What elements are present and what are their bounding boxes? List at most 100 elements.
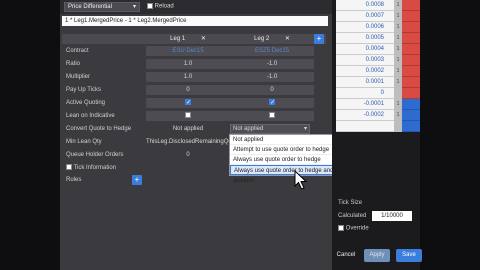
leg1-header-label: Leg 1	[170, 36, 186, 42]
ladder-row[interactable]: 0.0003 1	[336, 55, 420, 66]
leg2-contract-link[interactable]: ESZ5 Dec15	[230, 46, 314, 56]
ladder-qty: 1	[394, 11, 402, 22]
close-leg2-icon[interactable]: ✕	[285, 36, 290, 42]
bid-cell[interactable]	[402, 110, 420, 121]
ask-cell[interactable]	[402, 11, 420, 22]
chevron-down-icon: ▾	[303, 126, 307, 132]
row-label: Ratio	[66, 61, 81, 67]
strategy-type-value: Price Differential	[68, 4, 112, 10]
leg2-ratio-field[interactable]: -1.0	[230, 59, 314, 69]
leg2-multiplier-field[interactable]: -1.0	[230, 72, 314, 82]
tick-info-checkbox[interactable]	[66, 164, 72, 171]
ladder-row[interactable]: -0.0002 1	[336, 110, 420, 121]
row-multiplier: Multiplier 1.0 -1.0	[62, 72, 326, 82]
row-pay-up-ticks: Pay Up Ticks 0 0	[62, 85, 326, 95]
row-lean-on-indicative: Lean on Indicative	[62, 111, 326, 121]
ladder-price: -0.0001	[336, 99, 394, 110]
reload-toggle[interactable]: Reload	[147, 3, 174, 10]
leg1-multiplier-field[interactable]: 1.0	[146, 72, 230, 82]
bid-cell[interactable]	[402, 99, 420, 110]
ladder-row[interactable]: 0.0008 1	[336, 0, 420, 11]
ladder-price: -0.0002	[336, 110, 394, 121]
ask-cell[interactable]	[402, 66, 420, 77]
ladder-row[interactable]: 0.0007 1	[336, 11, 420, 22]
mouse-cursor-icon	[294, 170, 308, 190]
leg2-lean-checkbox[interactable]	[269, 112, 275, 119]
ladder-row[interactable]: 0.0001 1	[336, 77, 420, 88]
queue-holder-field[interactable]: 0	[146, 150, 230, 160]
leg2-convert-quote-select[interactable]: Not applied ▾	[230, 124, 310, 134]
reload-checkbox[interactable]	[147, 3, 153, 9]
ladder-price: 0.0008	[336, 0, 394, 11]
tick-info-toggle[interactable]: Tick Information	[66, 163, 116, 173]
ladder-row[interactable]: -0.0001 1	[336, 99, 420, 110]
row-ratio: Ratio 1.0 -1.0	[62, 59, 326, 69]
leg1-payup-field[interactable]: 0	[146, 85, 230, 95]
ask-cell[interactable]	[402, 44, 420, 55]
tick-override-checkbox[interactable]	[338, 225, 344, 231]
leg1-convert-quote-value[interactable]: Not applied	[146, 124, 230, 134]
tick-override-label: Override	[345, 225, 369, 232]
row-rules: Rules +	[62, 175, 326, 185]
ask-cell[interactable]	[402, 0, 420, 11]
row-convert-quote: Convert Quote to Hedge Not applied Not a…	[62, 124, 326, 134]
row-label: Pay Up Ticks	[66, 87, 102, 93]
close-leg1-icon[interactable]: ✕	[201, 36, 206, 42]
bid-cell[interactable]	[402, 121, 420, 132]
leg1-lean-checkbox[interactable]	[185, 112, 191, 119]
cancel-button[interactable]: Cancel	[334, 249, 358, 262]
ladder-price: 0.0004	[336, 44, 394, 55]
reload-label: Reload	[154, 3, 174, 10]
add-rule-button[interactable]: +	[132, 175, 142, 185]
tick-override-toggle[interactable]: Override	[338, 225, 369, 232]
ask-cell[interactable]	[402, 55, 420, 66]
leg1-contract-link[interactable]: ESU Dec15	[146, 46, 230, 56]
tick-calculated-field[interactable]: 1/10000	[372, 211, 412, 221]
ask-cell[interactable]	[402, 77, 420, 88]
ladder-qty	[394, 88, 402, 99]
ladder-row[interactable]: 0.0005 1	[336, 33, 420, 44]
ladder-qty: 1	[394, 110, 402, 121]
ladder-price: 0.0002	[336, 66, 394, 77]
ladder-qty: 1	[394, 0, 402, 11]
ask-cell[interactable]	[402, 22, 420, 33]
row-label: Active Quoting	[66, 100, 106, 106]
leg2-payup-field[interactable]: 0	[230, 85, 314, 95]
ladder-qty: 1	[394, 66, 402, 77]
ladder-price	[336, 121, 394, 132]
ladder-qty: 1	[394, 99, 402, 110]
ladder-row[interactable]: 0.0002 1	[336, 66, 420, 77]
leg1-active-quoting-cell	[146, 98, 230, 108]
ladder-qty: 1	[394, 22, 402, 33]
leg2-active-quoting-checkbox[interactable]	[269, 98, 275, 108]
ladder-price: 0.0005	[336, 33, 394, 44]
ask-cell[interactable]	[402, 33, 420, 44]
row-label: Multiplier	[66, 74, 91, 80]
add-leg-button[interactable]: +	[314, 34, 324, 44]
leg2-active-quoting-cell	[230, 98, 314, 108]
tick-info-label: Tick Information	[73, 165, 117, 171]
leg1-lean-cell	[146, 111, 230, 121]
save-button[interactable]: Save	[396, 249, 422, 262]
leg-grid-header: Leg 1 ✕ Leg 2 ✕ +	[62, 34, 326, 44]
tick-calculated-label: Calculated	[338, 213, 367, 219]
ask-cell[interactable]	[402, 88, 420, 99]
ladder-row[interactable]: 0.0004 1	[336, 44, 420, 55]
apply-button[interactable]: Apply	[364, 249, 390, 262]
leg2-convert-quote-value: Not applied	[233, 126, 264, 132]
leg1-active-quoting-checkbox[interactable]	[185, 98, 191, 108]
leg2-lean-cell	[230, 111, 314, 121]
ladder-row[interactable]	[336, 121, 420, 132]
ladder-qty: 1	[394, 55, 402, 66]
ladder-row[interactable]: 0	[336, 88, 420, 99]
tick-size-title: Tick Size	[338, 200, 363, 206]
leg1-min-lean-field[interactable]: ThisLeg.DisclosedRemainingQu	[146, 137, 230, 147]
leg2-header: Leg 2 ✕	[230, 34, 314, 44]
formula-input[interactable]: 1 * Leg1.MergedPrice - 1 * Leg2.MergedPr…	[62, 16, 328, 26]
ladder-price: 0	[336, 88, 394, 99]
leg1-ratio-field[interactable]: 1.0	[146, 59, 230, 69]
strategy-type-select[interactable]: Price Differential ▾	[64, 2, 140, 12]
ladder-qty: 1	[394, 44, 402, 55]
ladder-row[interactable]: 0.0006 1	[336, 22, 420, 33]
row-label: Lean on Indicative	[66, 113, 115, 119]
